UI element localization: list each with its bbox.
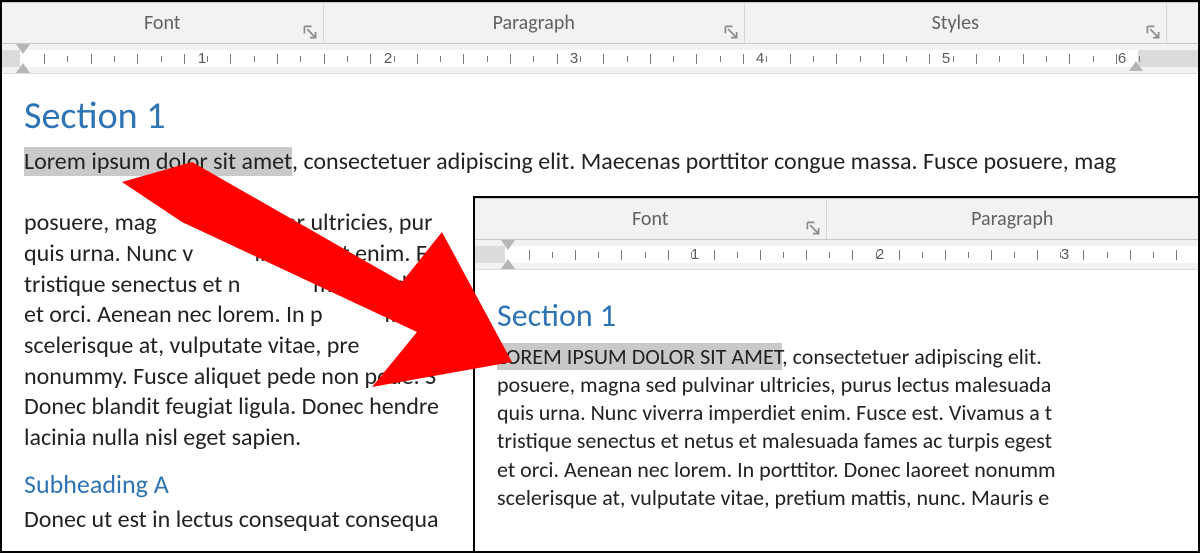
- ribbon-group-paragraph[interactable]: Paragraph: [324, 3, 746, 43]
- ribbon-groups: Font Paragraph: [475, 198, 1198, 240]
- first-line-indent-icon[interactable]: [16, 44, 30, 54]
- first-line-indent-icon[interactable]: [501, 240, 515, 250]
- ribbon-group-label: Styles: [932, 11, 979, 35]
- dialog-launcher-icon[interactable]: [1146, 25, 1160, 39]
- ribbon-group-label: Paragraph: [493, 11, 575, 35]
- ribbon-group-paragraph[interactable]: Paragraph: [827, 199, 1199, 239]
- document-body[interactable]: Section 1 LOREM IPSUM DOLOR SIT AMET, co…: [475, 270, 1198, 512]
- ribbon-groups: Font Paragraph Styles: [2, 2, 1198, 44]
- ribbon-group-label: Paragraph: [971, 207, 1053, 231]
- ribbon-group-font[interactable]: Font: [2, 3, 324, 43]
- ruler-number: 1: [198, 50, 206, 67]
- selected-text: Lorem ipsum dolor sit amet: [24, 147, 292, 176]
- heading-1: Section 1: [24, 92, 1176, 141]
- ruler-number: 3: [570, 50, 578, 67]
- hanging-indent-icon[interactable]: [501, 259, 515, 269]
- ruler-number: 5: [942, 50, 950, 67]
- hanging-indent-icon[interactable]: [16, 63, 30, 73]
- ruler-number: 2: [384, 50, 392, 67]
- paragraph: tristique senectus et netus et malesuada…: [497, 427, 1176, 455]
- paragraph: posuere, magna sed pulvinar ultricies, p…: [497, 371, 1176, 399]
- dialog-launcher-icon[interactable]: [806, 221, 820, 235]
- paragraph: scelerisque at, vulputate vitae, pretium…: [497, 484, 1176, 512]
- word-window-after: Font Paragraph 1 2 3 Section 1 LOREM IPS…: [473, 196, 1198, 551]
- ribbon-group-font[interactable]: Font: [475, 199, 827, 239]
- ribbon-group-styles[interactable]: Styles: [745, 3, 1167, 43]
- ribbon-group-label: Font: [632, 207, 668, 231]
- dialog-launcher-icon[interactable]: [303, 25, 317, 39]
- ribbon-group-end: [1167, 3, 1199, 43]
- paragraph: quis urna. Nunc viverra imperdiet enim. …: [497, 399, 1176, 427]
- ruler-number: 6: [1118, 50, 1126, 67]
- right-indent-icon[interactable]: [1129, 61, 1143, 71]
- dialog-launcher-icon[interactable]: [724, 25, 738, 39]
- ruler-number: 3: [1061, 246, 1069, 263]
- ribbon-group-label: Font: [144, 11, 180, 35]
- horizontal-ruler[interactable]: 1 2 3: [475, 240, 1198, 270]
- horizontal-ruler[interactable]: 1 2 3 4 5 6: [2, 44, 1198, 74]
- heading-1: Section 1: [497, 296, 1176, 337]
- ruler-number: 4: [756, 50, 764, 67]
- ruler-number: 2: [876, 246, 884, 263]
- selected-text: LOREM IPSUM DOLOR SIT AMET: [497, 343, 782, 370]
- ruler-number: 1: [691, 246, 699, 263]
- paragraph: LOREM IPSUM DOLOR SIT AMET, consectetuer…: [497, 343, 1176, 371]
- paragraph: et orci. Aenean nec lorem. In porttitor.…: [497, 456, 1176, 484]
